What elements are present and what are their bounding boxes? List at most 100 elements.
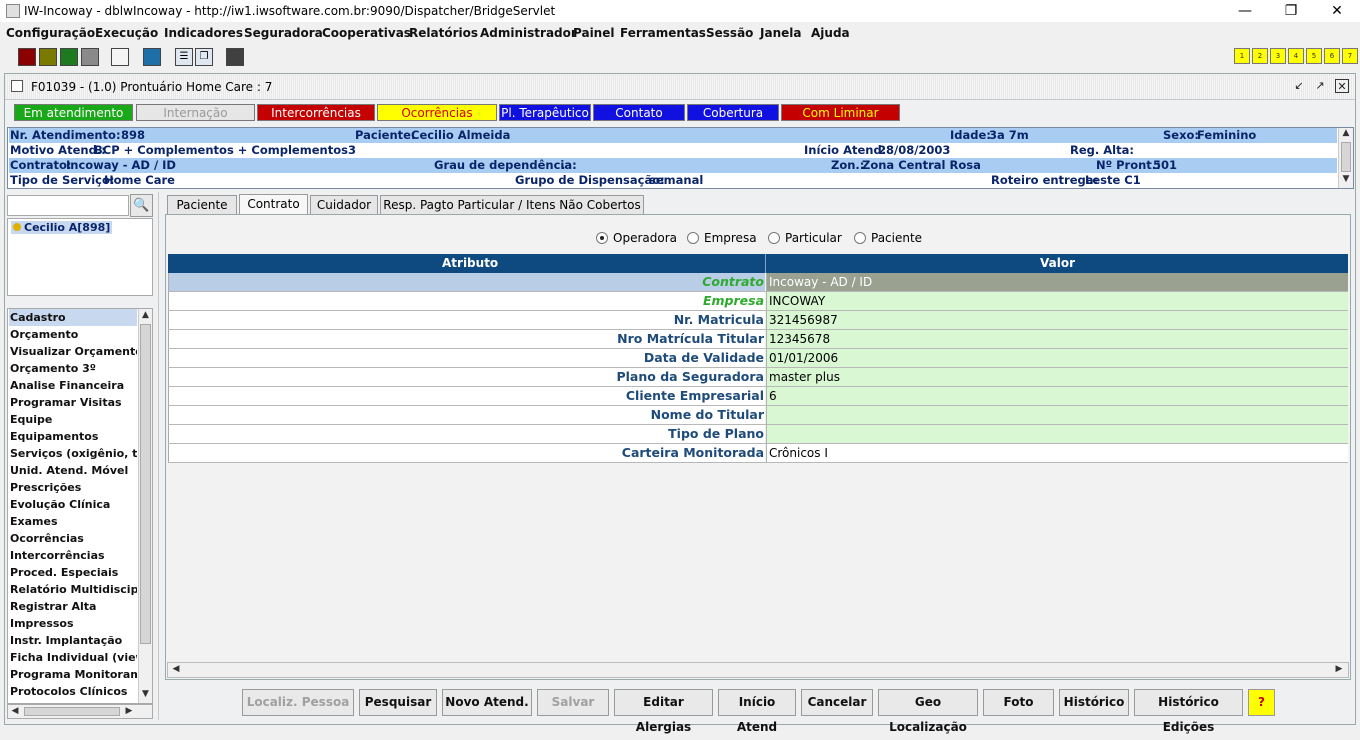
scroll-right-icon[interactable]: ▶: [124, 706, 134, 716]
row-value[interactable]: Crônicos I: [766, 444, 1348, 462]
nav-item-equipamentos[interactable]: Equipamentos: [9, 428, 137, 445]
help-button[interactable]: ?: [1248, 689, 1275, 716]
menu-painel[interactable]: Painel: [573, 26, 614, 40]
row-value[interactable]: master plus: [766, 368, 1348, 386]
menu-cooperativas[interactable]: Cooperativas: [322, 26, 411, 40]
scroll-up-icon[interactable]: ▲: [140, 310, 151, 320]
nav-item-ficha-individual[interactable]: Ficha Individual (viewer: [9, 649, 137, 666]
toolbar-swatch-gray[interactable]: [81, 48, 99, 66]
table-row[interactable]: Cliente Empresarial 6: [168, 387, 1348, 406]
splitter[interactable]: [158, 192, 159, 720]
tab-resp-pagto[interactable]: Resp. Pagto Particular / Itens Não Cober…: [380, 195, 644, 215]
menu-relatorios[interactable]: Relatórios: [409, 26, 478, 40]
table-row[interactable]: Nr. Matricula 321456987: [168, 311, 1348, 330]
scroll-up-icon[interactable]: ▲: [1341, 128, 1351, 138]
nav-item-exames[interactable]: Exames: [9, 513, 137, 530]
nav-item-evolucao-clinica[interactable]: Evolução Clínica: [9, 496, 137, 513]
toolbar-swatch-darkred[interactable]: [18, 48, 36, 66]
scroll-thumb[interactable]: [1341, 142, 1351, 172]
header-atributo[interactable]: Atributo: [442, 256, 498, 270]
editar-alergias-button[interactable]: Editar Alergias: [614, 689, 713, 734]
table-row[interactable]: Nro Matrícula Titular 12345678: [168, 330, 1348, 349]
foto-button[interactable]: Foto: [983, 689, 1054, 716]
status-contato[interactable]: Contato: [593, 104, 685, 121]
menu-janela[interactable]: Janela: [760, 26, 801, 40]
quick-button-2[interactable]: 2: [1252, 48, 1268, 64]
quick-button-5[interactable]: 5: [1306, 48, 1322, 64]
nav-horizontal-scrollbar[interactable]: ◀ ▶: [7, 704, 153, 719]
menu-execucao[interactable]: Execução: [95, 26, 158, 40]
menu-seguradora[interactable]: Seguradora: [244, 26, 323, 40]
row-value[interactable]: [766, 425, 1348, 443]
info-scrollbar[interactable]: ▲ ▼: [1338, 128, 1353, 188]
scroll-thumb[interactable]: [140, 324, 151, 644]
scroll-left-icon[interactable]: ◀: [10, 706, 20, 716]
tab-contrato[interactable]: Contrato: [239, 194, 308, 216]
radio-paciente[interactable]: Paciente: [854, 231, 922, 245]
nav-item-intercorrencias[interactable]: Intercorrências: [9, 547, 137, 564]
row-value[interactable]: [766, 406, 1348, 424]
status-com-liminar[interactable]: Com Liminar: [781, 104, 900, 121]
status-pl-terapeutico[interactable]: Pl. Terapêutico: [499, 104, 591, 121]
close-icon[interactable]: ✕: [1314, 0, 1360, 22]
scroll-down-icon[interactable]: ▼: [140, 689, 151, 699]
table-row[interactable]: Plano da Seguradora master plus: [168, 368, 1348, 387]
nav-item-prescricoes[interactable]: Prescrições: [9, 479, 137, 496]
frame-close-icon[interactable]: ✕: [1335, 79, 1349, 93]
nav-item-servicos[interactable]: Serviços (oxigênio, taxa: [9, 445, 137, 462]
header-valor[interactable]: Valor: [1040, 256, 1075, 270]
row-value[interactable]: 321456987: [766, 311, 1348, 329]
radio-particular[interactable]: Particular: [768, 231, 842, 245]
nav-item-visualizar-orcamento[interactable]: Visualizar Orçamento: [9, 343, 137, 360]
table-horizontal-scrollbar[interactable]: ◀ ▶: [167, 662, 1349, 678]
status-cobertura[interactable]: Cobertura: [687, 104, 779, 121]
tree-view-icon[interactable]: ☰: [175, 48, 193, 66]
scroll-left-icon[interactable]: ◀: [171, 664, 181, 674]
table-row[interactable]: Tipo de Plano: [168, 425, 1348, 444]
nav-item-orcamento[interactable]: Orçamento: [9, 326, 137, 343]
row-value[interactable]: INCOWAY: [766, 292, 1348, 310]
quick-button-6[interactable]: 6: [1324, 48, 1340, 64]
nav-item-impressos[interactable]: Impressos: [9, 615, 137, 632]
table-row[interactable]: Contrato Incoway - AD / ID: [168, 273, 1348, 292]
status-internacao[interactable]: Internação: [136, 104, 255, 121]
historico-button[interactable]: Histórico: [1059, 689, 1129, 716]
row-value[interactable]: 12345678: [766, 330, 1348, 348]
nav-item-programar-visitas[interactable]: Programar Visitas: [9, 394, 137, 411]
historico-edicoes-button[interactable]: Histórico Edições: [1134, 689, 1243, 734]
patient-list-item[interactable]: Cecilio A[898]: [11, 221, 113, 234]
menu-sessao[interactable]: Sessão: [706, 26, 753, 40]
radio-empresa[interactable]: Empresa: [687, 231, 757, 245]
row-value[interactable]: 6: [766, 387, 1348, 405]
nav-item-cadastro[interactable]: Cadastro: [9, 309, 137, 326]
windows-icon[interactable]: ❐: [195, 48, 213, 66]
nav-item-proced-especiais[interactable]: Proced. Especiais: [9, 564, 137, 581]
tab-paciente[interactable]: Paciente: [167, 195, 237, 215]
menu-ferramentas[interactable]: Ferramentas: [620, 26, 706, 40]
column-divider[interactable]: [765, 254, 766, 273]
nav-item-relatorio-multidisciplinar[interactable]: Relatório Multidisciplina: [9, 581, 137, 598]
search-icon[interactable]: 🔍: [130, 194, 153, 217]
cancelar-button[interactable]: Cancelar: [801, 689, 873, 716]
menu-indicadores[interactable]: Indicadores: [164, 26, 243, 40]
scroll-thumb[interactable]: [24, 707, 120, 716]
scroll-down-icon[interactable]: ▼: [1341, 174, 1351, 184]
toolbar-swatch-dark[interactable]: [226, 48, 244, 66]
menu-configuracao[interactable]: Configuração: [6, 26, 95, 40]
status-ocorrencias[interactable]: Ocorrências: [377, 104, 497, 121]
scroll-right-icon[interactable]: ▶: [1334, 664, 1344, 674]
geo-localizacao-button[interactable]: Geo Localização: [878, 689, 978, 734]
navigation-list[interactable]: Cadastro Orçamento Visualizar Orçamento …: [7, 308, 153, 704]
table-row[interactable]: Nome do Titular: [168, 406, 1348, 425]
quick-button-1[interactable]: 1: [1234, 48, 1250, 64]
row-value[interactable]: 01/01/2006: [766, 349, 1348, 367]
nav-item-programa-monitoramento[interactable]: Programa Monitoramen: [9, 666, 137, 683]
nav-item-equipe[interactable]: Equipe: [9, 411, 137, 428]
nav-scrollbar[interactable]: ▲ ▼: [138, 309, 152, 703]
nav-item-ocorrencias[interactable]: Ocorrências: [9, 530, 137, 547]
nav-item-protocolos-clinicos[interactable]: Protocolos Clínicos: [9, 683, 137, 700]
quick-button-7[interactable]: 7: [1342, 48, 1358, 64]
nav-item-analise-financeira[interactable]: Analise Financeira: [9, 377, 137, 394]
iconify-icon[interactable]: ↙: [1292, 79, 1306, 93]
restore-icon[interactable]: ❐: [1268, 0, 1314, 22]
